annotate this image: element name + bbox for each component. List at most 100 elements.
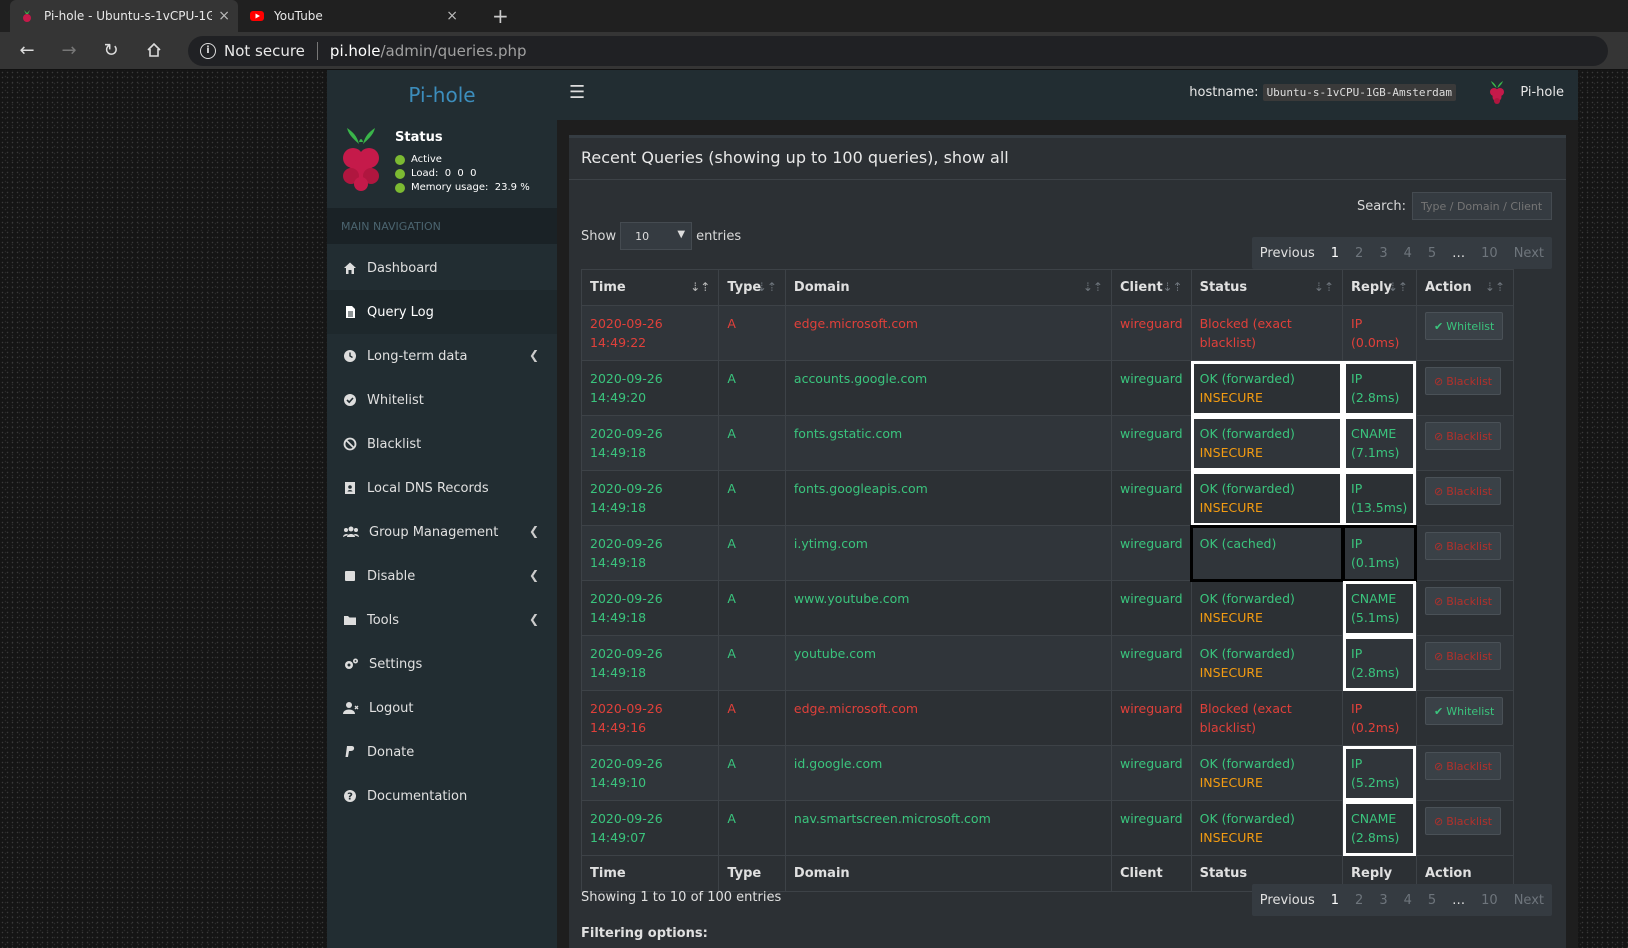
whitelist-button[interactable]: ✔ Whitelist bbox=[1424, 312, 1504, 340]
dnssec-status: INSECURE bbox=[1199, 610, 1263, 625]
next-button[interactable]: Next bbox=[1506, 893, 1552, 908]
status-memory: Memory usage: 23.9 % bbox=[395, 182, 530, 193]
sidebar-item-whitelist[interactable]: Whitelist bbox=[327, 378, 557, 422]
address-bar[interactable]: i Not secure pi.hole /admin/queries.php bbox=[188, 36, 1608, 66]
logo[interactable]: Pi-hole bbox=[327, 70, 557, 120]
cell-type: A bbox=[718, 635, 786, 691]
ban-icon: ⊘ bbox=[1433, 539, 1444, 553]
page-4-button[interactable]: 4 bbox=[1396, 893, 1420, 908]
browser-toolbar: ← → ↻ i Not secure pi.hole /admin/querie… bbox=[0, 32, 1628, 70]
sort-icon: ⇣⇡ bbox=[1387, 280, 1408, 294]
cell-time: 2020-09-26 14:49:10 bbox=[580, 745, 720, 801]
sidebar-item-tools[interactable]: Tools ❮ bbox=[327, 598, 557, 642]
page-5-button[interactable]: 5 bbox=[1420, 893, 1444, 908]
cell-reply: IP (13.5ms) bbox=[1342, 470, 1417, 526]
sidebar-item-blacklist[interactable]: Blacklist bbox=[327, 422, 557, 466]
blacklist-button[interactable]: ⊘ Blacklist bbox=[1424, 587, 1502, 615]
table-row: 2020-09-26 14:49:18 Awww.youtube.com wireg… bbox=[580, 580, 1515, 636]
sort-icon: ⇣⇡ bbox=[756, 280, 777, 294]
table-row: 2020-09-26 14:49:10 Aid.google.com wiregua… bbox=[580, 745, 1515, 801]
cell-action: ⊘ Blacklist bbox=[1415, 635, 1515, 691]
page-4-button[interactable]: 4 bbox=[1396, 246, 1420, 261]
sidebar-item-local-dns-records[interactable]: Local DNS Records bbox=[327, 466, 557, 510]
page-5-button[interactable]: 5 bbox=[1420, 246, 1444, 261]
info-icon[interactable]: i bbox=[200, 43, 216, 59]
previous-button[interactable]: Previous bbox=[1252, 246, 1323, 261]
cell-status: OK (forwarded) INSECURE bbox=[1190, 360, 1344, 416]
search-label: Search: bbox=[1356, 198, 1406, 214]
user-menu[interactable]: Pi-hole bbox=[1488, 80, 1564, 104]
page-3-button[interactable]: 3 bbox=[1371, 246, 1395, 261]
status-dot-icon bbox=[395, 168, 405, 179]
blacklist-button[interactable]: ⊘ Blacklist bbox=[1424, 422, 1502, 450]
page-3-button[interactable]: 3 bbox=[1371, 893, 1395, 908]
cell-client: wireguard bbox=[1110, 800, 1192, 856]
cell-type: A bbox=[718, 525, 786, 581]
cell-action: ⊘ Blacklist bbox=[1415, 470, 1515, 526]
cell-domain: edge.microsoft.com bbox=[784, 690, 1112, 746]
blacklist-button[interactable]: ⊘ Blacklist bbox=[1424, 367, 1502, 395]
blacklist-button[interactable]: ⊘ Blacklist bbox=[1424, 532, 1502, 560]
page-10-button[interactable]: 10 bbox=[1473, 246, 1506, 261]
search-input[interactable] bbox=[1412, 192, 1552, 220]
menu-toggle-icon[interactable]: ☰ bbox=[569, 82, 585, 103]
query-status: OK (forwarded) bbox=[1199, 591, 1295, 606]
col-status[interactable]: Status ⇣⇡ bbox=[1190, 269, 1344, 306]
blacklist-button[interactable]: ⊘ Blacklist bbox=[1424, 477, 1502, 505]
sidebar: Pi-hole Status Active Load: 0 0 0 Memory… bbox=[327, 70, 557, 948]
page-2-button[interactable]: 2 bbox=[1347, 246, 1371, 261]
home-browser-icon[interactable] bbox=[146, 42, 162, 58]
folder-icon bbox=[344, 616, 356, 625]
page-1-button[interactable]: 1 bbox=[1323, 893, 1347, 908]
page-10-button[interactable]: 10 bbox=[1473, 893, 1506, 908]
reload-icon[interactable]: ↻ bbox=[99, 40, 123, 61]
sidebar-item-documentation[interactable]: ? Documentation bbox=[327, 774, 557, 818]
dnssec-status: INSECURE bbox=[1199, 390, 1263, 405]
col-domain[interactable]: Domain ⇣⇡ bbox=[784, 269, 1112, 306]
cell-reply: IP (2.8ms) bbox=[1342, 360, 1417, 416]
sidebar-item-donate[interactable]: Donate bbox=[327, 730, 557, 774]
query-status: OK (cached) bbox=[1199, 536, 1277, 551]
cell-reply: IP (0.1ms) bbox=[1341, 524, 1418, 582]
blacklist-button[interactable]: ⊘ Blacklist bbox=[1424, 642, 1502, 670]
forward-icon[interactable]: → bbox=[57, 40, 81, 61]
sidebar-item-disable[interactable]: Disable ❮ bbox=[327, 554, 557, 598]
close-tab-icon[interactable]: × bbox=[446, 8, 458, 24]
page-1-button[interactable]: 1 bbox=[1323, 246, 1347, 261]
stop-icon bbox=[345, 571, 355, 581]
close-tab-icon[interactable]: × bbox=[218, 8, 230, 24]
ban-icon bbox=[343, 437, 357, 451]
query-status: Blocked (exact blacklist) bbox=[1199, 701, 1292, 735]
col-reply[interactable]: Reply ⇣⇡ bbox=[1342, 269, 1417, 306]
sidebar-item-group-management[interactable]: Group Management ❮ bbox=[327, 510, 557, 554]
sidebar-item-logout[interactable]: Logout bbox=[327, 686, 557, 730]
sidebar-item-query-log[interactable]: Query Log bbox=[327, 290, 557, 334]
address-book-icon bbox=[345, 482, 355, 494]
col-time[interactable]: Time ⇣⇡ bbox=[580, 269, 720, 306]
col-type[interactable]: Type ⇣⇡ bbox=[718, 269, 786, 306]
sidebar-item-long-term-data[interactable]: Long-term data ❮ bbox=[327, 334, 557, 378]
entries-select[interactable]: 10 ▼ bbox=[620, 222, 693, 250]
sidebar-item-dashboard[interactable]: Dashboard bbox=[327, 246, 557, 290]
tab-pihole[interactable]: Pi-hole - Ubuntu-s-1vCPU-1GB-A × bbox=[10, 0, 238, 32]
sidebar-item-settings[interactable]: Settings bbox=[327, 642, 557, 686]
ban-icon: ⊘ bbox=[1433, 649, 1444, 663]
chevron-left-icon: ❮ bbox=[528, 348, 539, 362]
blacklist-button[interactable]: ⊘ Blacklist bbox=[1424, 752, 1502, 780]
cell-status: OK (forwarded) INSECURE bbox=[1190, 415, 1344, 471]
cell-time: 2020-09-26 14:49:20 bbox=[580, 360, 720, 416]
blacklist-button[interactable]: ⊘ Blacklist bbox=[1424, 807, 1502, 835]
col-action[interactable]: Action ⇣⇡ bbox=[1415, 269, 1515, 306]
cell-time: 2020-09-26 14:49:18 bbox=[580, 415, 720, 471]
whitelist-button[interactable]: ✔ Whitelist bbox=[1424, 697, 1504, 725]
page-2-button[interactable]: 2 bbox=[1347, 893, 1371, 908]
youtube-favicon-icon bbox=[250, 11, 264, 21]
next-button[interactable]: Next bbox=[1506, 246, 1552, 261]
col-client[interactable]: Client ⇣⇡ bbox=[1110, 269, 1192, 306]
previous-button[interactable]: Previous bbox=[1252, 893, 1323, 908]
back-icon[interactable]: ← bbox=[15, 40, 39, 61]
sort-icon: ⇣⇡ bbox=[1082, 280, 1103, 294]
tab-youtube[interactable]: YouTube × bbox=[240, 0, 466, 32]
table-row: 2020-09-26 14:49:16 Aedge.microsoft.com wi… bbox=[580, 690, 1515, 746]
new-tab-button[interactable]: + bbox=[492, 4, 509, 28]
